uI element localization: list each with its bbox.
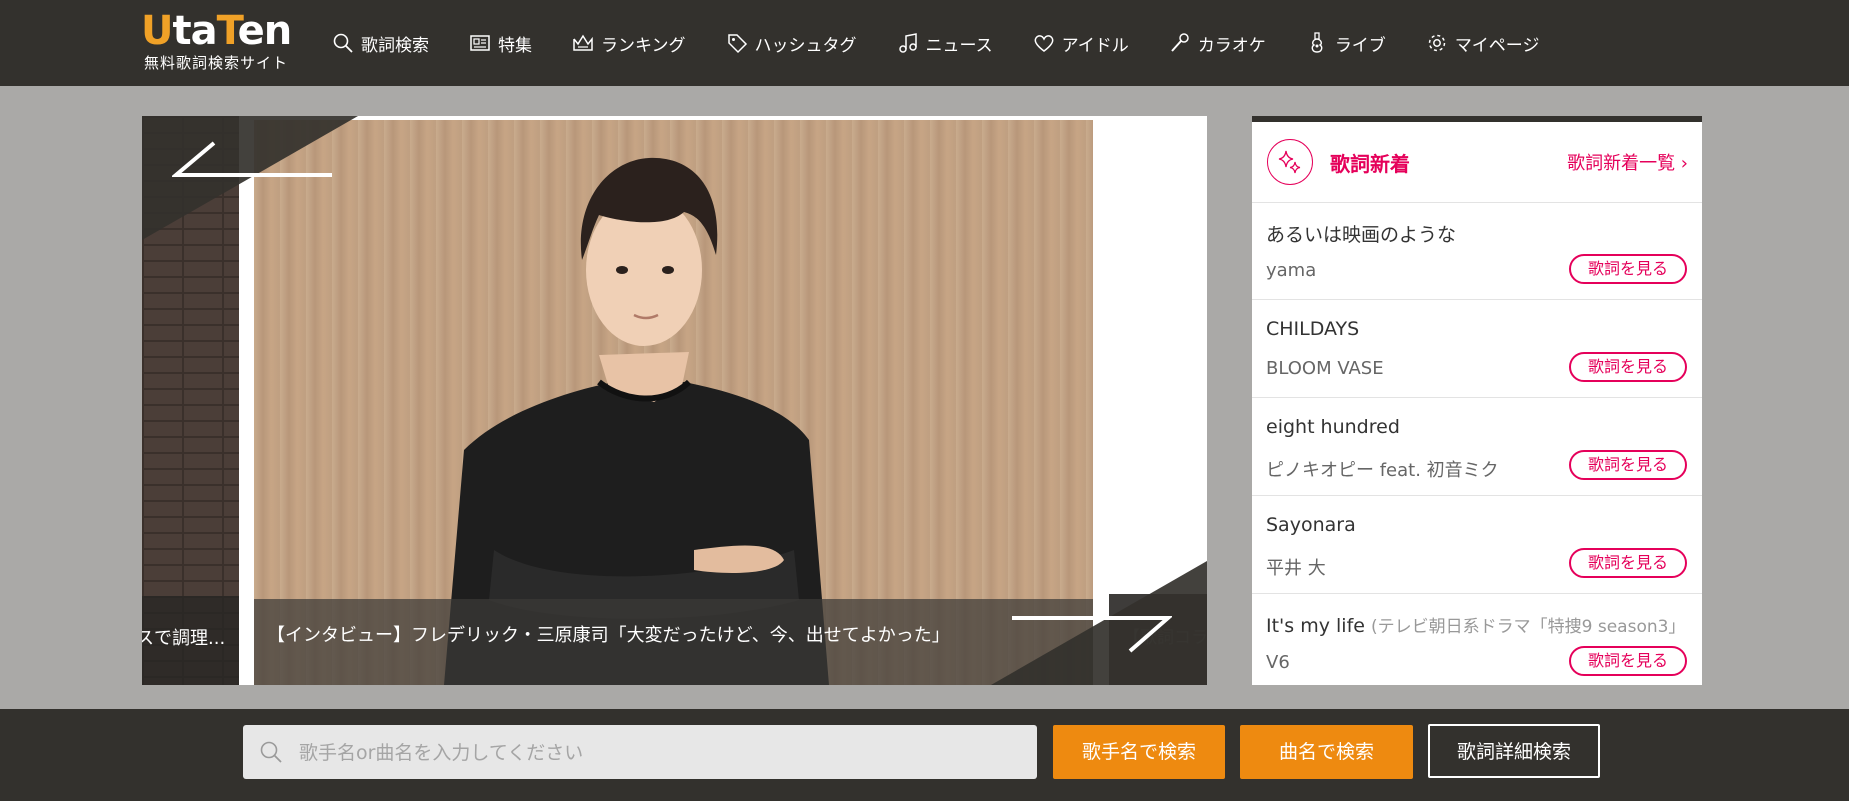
carousel-next-arrow-icon[interactable] — [1012, 606, 1172, 666]
nav-live[interactable]: ライブ — [1306, 31, 1386, 56]
list-item[interactable]: あるいは映画のような yama 歌詞を見る — [1252, 202, 1702, 300]
list-item[interactable]: It's my life (テレビ朝日系ドラマ「特捜9 season3」… V6… — [1252, 594, 1702, 692]
main-nav: 歌詞検索 特集 ランキング ハッシュタグ ニュース アイドル カラオケ ライブ — [332, 0, 1579, 86]
nav-label: カラオケ — [1197, 35, 1266, 56]
song-title[interactable]: Sayonara — [1266, 514, 1356, 536]
carousel-slide-current[interactable]: 【インタビュー】フレデリック・三原康司「大変だったけど、今、出せてよかった」 — [254, 120, 1093, 685]
list-item[interactable]: eight hundred ピノキオピー feat. 初音ミク 歌詞を見る — [1252, 398, 1702, 496]
song-artist[interactable]: 平井 大 — [1266, 554, 1326, 580]
view-lyrics-button[interactable]: 歌詞を見る — [1569, 450, 1687, 480]
site-header: UtaTen 無料歌詞検索サイト 歌詞検索 特集 ランキング ハッシュタグ ニュ… — [0, 0, 1849, 86]
guitar-icon — [1306, 32, 1328, 54]
nav-label: 特集 — [498, 35, 532, 56]
slide-caption: スで調理... — [142, 596, 239, 685]
search-bar: 歌手名で検索 曲名で検索 歌詞詳細検索 — [0, 709, 1849, 801]
search-by-artist-button[interactable]: 歌手名で検索 — [1053, 725, 1225, 779]
gear-icon — [1426, 32, 1448, 54]
nav-label: 歌詞検索 — [361, 35, 429, 56]
heart-icon — [1033, 32, 1055, 54]
list-item[interactable]: Sayonara 平井 大 歌詞を見る — [1252, 496, 1702, 594]
nav-label: ニュース — [925, 35, 993, 56]
search-icon — [332, 32, 354, 54]
nav-label: マイページ — [1454, 35, 1540, 56]
nav-label: アイドル — [1061, 35, 1129, 56]
song-title[interactable]: あるいは映画のような — [1266, 220, 1456, 247]
logo-subtitle: 無料歌詞検索サイト — [144, 54, 289, 72]
tag-icon — [726, 32, 748, 54]
carousel-prev-arrow-icon[interactable] — [172, 140, 332, 200]
search-icon — [260, 741, 282, 763]
logo-wordmark: UtaTen — [141, 8, 292, 54]
panel-title: 歌詞新着 — [1330, 152, 1410, 176]
nav-label: ランキング — [601, 35, 686, 56]
crown-icon — [572, 32, 594, 54]
nav-idol[interactable]: アイドル — [1033, 31, 1129, 56]
nav-karaoke[interactable]: カラオケ — [1169, 31, 1266, 56]
song-title[interactable]: It's my life (テレビ朝日系ドラマ「特捜9 season3」… — [1266, 612, 1676, 637]
song-note: (テレビ朝日系ドラマ「特捜9 season3」… — [1371, 617, 1676, 637]
song-title[interactable]: CHILDAYS — [1266, 318, 1359, 340]
panel-header: 歌詞新着 歌詞新着一覧 › — [1252, 122, 1702, 203]
search-box — [243, 725, 1037, 781]
nav-ranking[interactable]: ランキング — [572, 31, 686, 56]
advanced-search-button[interactable]: 歌詞詳細検索 — [1428, 724, 1600, 778]
utaten-logo[interactable]: UtaTen 無料歌詞検索サイト — [141, 8, 301, 74]
nav-hashtag[interactable]: ハッシュタグ — [726, 31, 857, 56]
nav-news[interactable]: ニュース — [897, 31, 993, 56]
nav-label: ライブ — [1334, 35, 1386, 56]
song-artist[interactable]: V6 — [1266, 652, 1290, 673]
microphone-icon — [1169, 32, 1191, 54]
new-lyrics-list-link[interactable]: 歌詞新着一覧 › — [1567, 149, 1688, 175]
song-artist[interactable]: BLOOM VASE — [1266, 358, 1384, 379]
nav-features[interactable]: 特集 — [469, 31, 532, 56]
view-lyrics-button[interactable]: 歌詞を見る — [1569, 548, 1687, 578]
nav-lyrics-search[interactable]: 歌詞検索 — [332, 31, 429, 56]
song-title[interactable]: eight hundred — [1266, 416, 1400, 438]
slide-caption: 【インタビュー】フレデリック・三原康司「大変だったけど、今、出せてよかった」 — [254, 599, 1093, 685]
newspaper-icon — [469, 32, 491, 54]
view-lyrics-button[interactable]: 歌詞を見る — [1569, 646, 1687, 676]
nav-label: ハッシュタグ — [754, 35, 857, 56]
search-by-song-button[interactable]: 曲名で検索 — [1240, 725, 1413, 779]
featured-carousel: スで調理... 【インタビュー】フレデリック・三原康司「大変だったけど、今、出せ… — [142, 116, 1207, 685]
sparkle-icon — [1267, 139, 1313, 185]
song-artist[interactable]: yama — [1266, 260, 1316, 281]
nav-mypage[interactable]: マイページ — [1426, 31, 1540, 56]
search-input[interactable] — [297, 725, 1031, 781]
list-item[interactable]: CHILDAYS BLOOM VASE 歌詞を見る — [1252, 300, 1702, 398]
song-artist[interactable]: ピノキオピー feat. 初音ミク — [1266, 456, 1499, 482]
view-lyrics-button[interactable]: 歌詞を見る — [1569, 254, 1687, 284]
view-lyrics-button[interactable]: 歌詞を見る — [1569, 352, 1687, 382]
music-note-icon — [897, 32, 919, 54]
new-lyrics-panel: 歌詞新着 歌詞新着一覧 › あるいは映画のような yama 歌詞を見る CHIL… — [1252, 116, 1702, 685]
